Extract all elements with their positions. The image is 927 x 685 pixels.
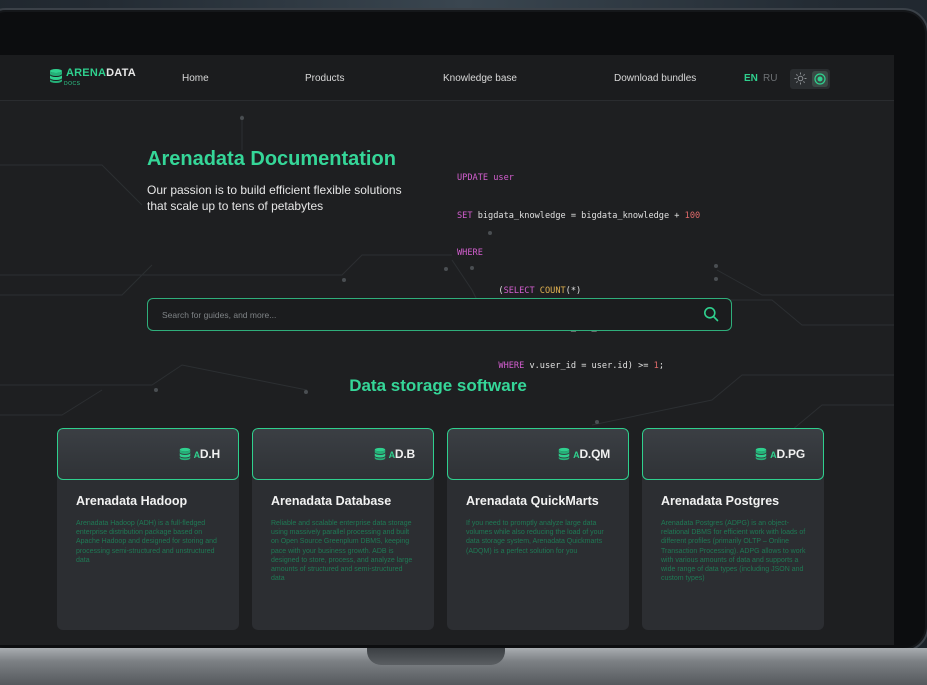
card-header: AD.PG [642, 428, 824, 480]
nav-download-bundles[interactable]: Download bundles [614, 73, 696, 84]
hero-title: Arenadata Documentation [147, 148, 396, 170]
database-stack-icon [374, 447, 385, 461]
product-card-adb[interactable]: AD.B Arenadata Database Reliable and sca… [252, 428, 434, 630]
card-title[interactable]: Arenadata Database [271, 494, 391, 508]
hero-subtitle-line1: Our passion is to build efficient flexib… [147, 183, 402, 197]
card-header: AD.QM [447, 428, 629, 480]
card-header: AD.B [252, 428, 434, 480]
product-card-adh[interactable]: AD.H Arenadata Hadoop Arenadata Hadoop (… [57, 428, 239, 630]
dark-mode-active [812, 71, 828, 87]
browser-screen: ARENADATA DOCS Home Products Knowledge b… [0, 55, 894, 645]
nav-home[interactable]: Home [182, 73, 209, 84]
nav-knowledge-base[interactable]: Knowledge base [443, 73, 517, 84]
nav-products[interactable]: Products [305, 73, 344, 84]
sql-code-snippet: UPDATE user SET bigdata_knowledge = bigd… [457, 173, 701, 371]
hero-subtitle-line2: that scale up to tens of petabytes [147, 199, 324, 213]
card-description: Arenadata Postgres (ADPG) is an object-r… [661, 520, 806, 583]
card-description: Arenadata Hadoop (ADH) is a full-fledged… [76, 520, 217, 564]
moon-icon [814, 73, 826, 85]
theme-toggle[interactable] [790, 69, 830, 89]
database-stack-icon [558, 447, 570, 461]
logo-text: ARENADATA [66, 67, 136, 79]
search-icon[interactable] [703, 306, 719, 322]
database-stack-icon [179, 447, 190, 461]
card-title[interactable]: Arenadata Postgres [661, 494, 779, 508]
database-stack-icon [50, 69, 62, 83]
product-card-adpg[interactable]: AD.PG Arenadata Postgres Arenadata Postg… [642, 428, 824, 630]
lang-ru[interactable]: RU [763, 73, 777, 84]
card-description: If you need to promptly analyze large da… [466, 520, 604, 555]
search-input[interactable] [160, 307, 684, 323]
top-navbar: ARENADATA DOCS Home Products Knowledge b… [0, 55, 894, 101]
card-header: AD.H [57, 428, 239, 480]
section-title: Data storage software [349, 376, 527, 395]
search-bar[interactable] [147, 298, 732, 331]
card-badge: AD.B [373, 447, 415, 461]
arenadata-logo[interactable]: ARENADATA DOCS [48, 67, 136, 87]
card-badge: AD.H [178, 447, 220, 461]
card-description: Reliable and scalable enterprise data st… [271, 520, 413, 583]
card-badge: AD.QM [557, 447, 610, 461]
product-card-adqm[interactable]: AD.QM Arenadata QuickMarts If you need t… [447, 428, 629, 630]
card-title[interactable]: Arenadata QuickMarts [466, 494, 599, 508]
laptop-lid: ARENADATA DOCS Home Products Knowledge b… [0, 8, 927, 652]
logo-docs-label: DOCS [64, 81, 81, 87]
database-stack-icon [755, 447, 767, 461]
card-badge: AD.PG [754, 447, 805, 461]
laptop-notch [367, 648, 505, 665]
card-title[interactable]: Arenadata Hadoop [76, 494, 187, 508]
sun-icon [794, 72, 807, 85]
lang-en[interactable]: EN [744, 73, 758, 84]
